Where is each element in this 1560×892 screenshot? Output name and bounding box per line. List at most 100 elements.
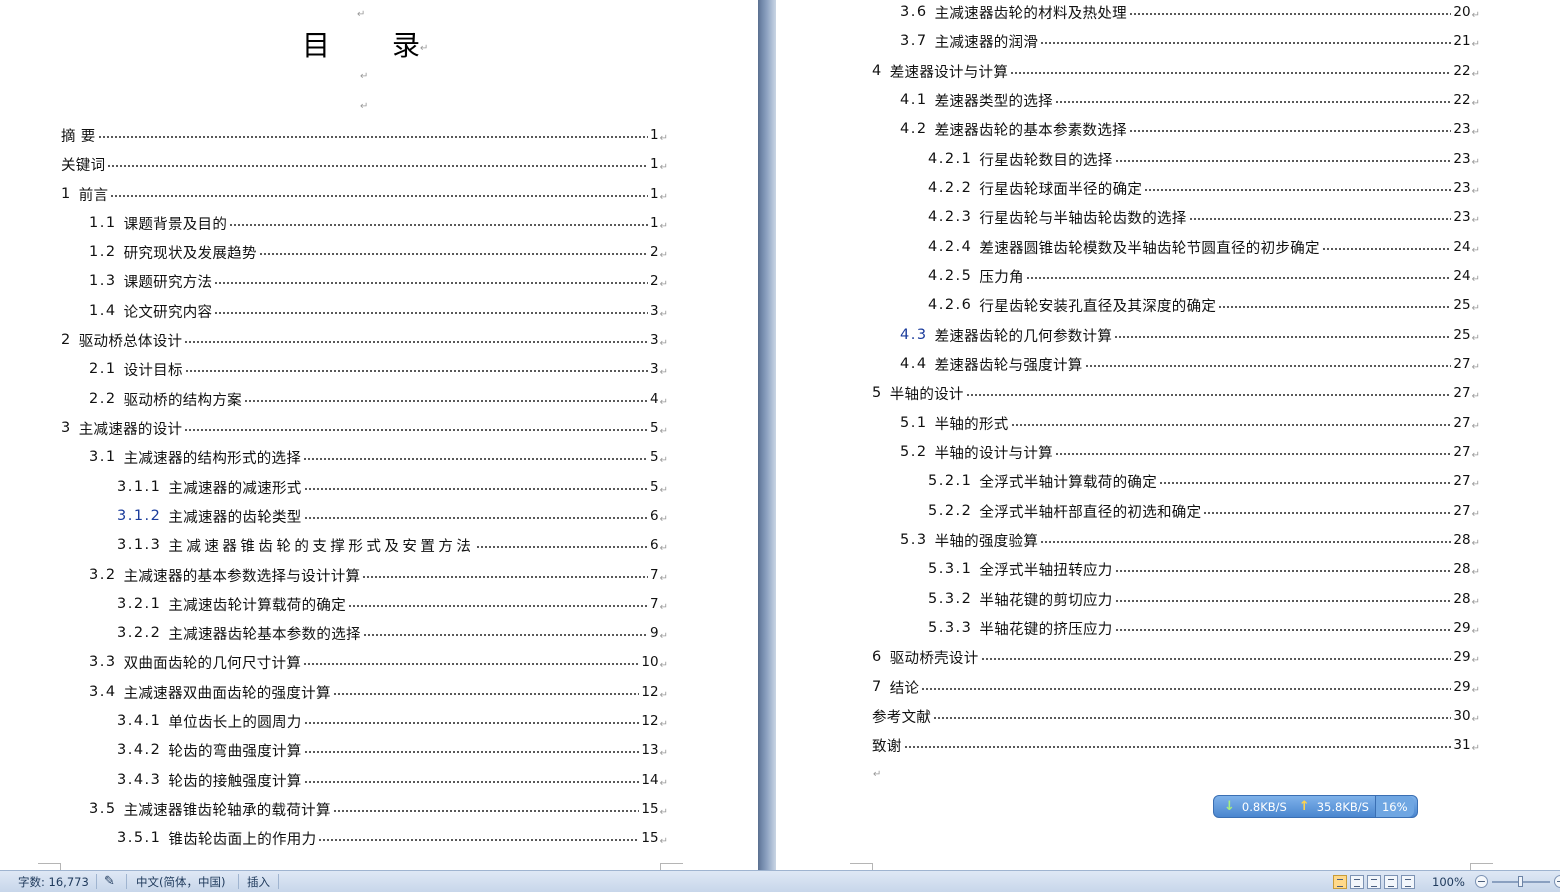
proofing-icon[interactable]: ✎: [104, 871, 115, 892]
toc-entry[interactable]: 3.1.2 主减速器的齿轮类型 6 ↵: [117, 505, 668, 527]
toc-entry-page: 2: [650, 244, 659, 260]
toc-entry[interactable]: 1 前言 1 ↵: [61, 183, 668, 205]
toc-dot-leader: [476, 538, 649, 552]
toc-entry-number: 3.2.2: [117, 625, 162, 641]
toc-entry[interactable]: 4.1 差速器类型的选择 22 ↵: [900, 89, 1480, 111]
network-speed-widget[interactable]: ↓ 0.8KB/S ↑ 35.8KB/S 16%: [1213, 795, 1418, 818]
language-indicator[interactable]: 中文(简体，中国): [136, 871, 225, 892]
toc-entry[interactable]: 3.4 主减速器双曲面齿轮的强度计算 12 ↵: [89, 681, 668, 703]
toc-entry[interactable]: 5.2.1 全浮式半轴计算载荷的确定 27 ↵: [928, 470, 1480, 492]
paragraph-mark: ↵: [873, 769, 882, 780]
toc-entry[interactable]: 3.7 主减速器的润滑 21 ↵: [900, 30, 1480, 52]
toc-entry-page: 23: [1453, 180, 1471, 196]
toc-entry[interactable]: 4 差速器设计与计算 22 ↵: [872, 60, 1480, 82]
toc-entry-number: 4.2.6: [928, 297, 973, 313]
paragraph-mark: ↵: [1471, 596, 1480, 608]
toc-entry[interactable]: 4.2.6 行星齿轮安装孔直径及其深度的确定 25 ↵: [928, 294, 1480, 316]
paragraph-mark: ↵: [659, 630, 668, 642]
paragraph-mark: ↵: [1471, 244, 1480, 256]
toc-entry[interactable]: 3.1.1 主减速器的减速形式 5 ↵: [117, 476, 668, 498]
toc-entry[interactable]: 1.1 课题背景及目的 1 ↵: [89, 212, 668, 234]
toc-entry[interactable]: 3.1.3 主减速器锥齿轮的支撑形式及安置方法 6 ↵: [117, 534, 668, 556]
toc-dot-leader: [1144, 181, 1452, 195]
toc-entry-page: 21: [1453, 33, 1471, 49]
toc-entry[interactable]: 3.4.2 轮齿的弯曲强度计算 13 ↵: [117, 739, 668, 761]
toc-entry-number: 5: [872, 385, 883, 401]
toc-entry[interactable]: 4.2.5 压力角 24 ↵: [928, 265, 1480, 287]
zoom-slider-thumb[interactable]: [1518, 875, 1523, 887]
toc-entry[interactable]: 2.1 设计目标 3 ↵: [89, 358, 668, 380]
toc-dot-leader: [1054, 445, 1452, 459]
toc-entry[interactable]: 7 结论 29 ↵: [872, 676, 1480, 698]
toc-entry-number: 5.1: [900, 415, 928, 431]
toc-entry[interactable]: 4.2.2 行星齿轮球面半径的确定 23 ↵: [928, 177, 1480, 199]
toc-entry[interactable]: 3.2 主减速器的基本参数选择与设计计算 7 ↵: [89, 564, 668, 586]
toc-entry[interactable]: 5.3.2 半轴花键的剪切应力 28 ↵: [928, 588, 1480, 610]
toc-entry-page: 4: [650, 391, 659, 407]
zoom-level[interactable]: 100%: [1432, 871, 1465, 892]
toc-entry[interactable]: 5 半轴的设计 27 ↵: [872, 382, 1480, 404]
toc-entry[interactable]: 3.4.1 单位齿长上的圆周力 12 ↵: [117, 710, 668, 732]
paragraph-mark: ↵: [1471, 508, 1480, 520]
zoom-out-button[interactable]: −: [1475, 875, 1488, 888]
draft-view-icon[interactable]: [1401, 874, 1415, 889]
toc-entry[interactable]: 4.2.1 行星齿轮数目的选择 23 ↵: [928, 148, 1480, 170]
toc-entry-number: 3.2.1: [117, 596, 162, 612]
toc-entry[interactable]: 4.4 差速器齿轮与强度计算 27 ↵: [900, 353, 1480, 375]
document-page-right[interactable]: 3.6 主减速器齿轮的材料及热处理 20 ↵ 3.7 主减速器的润滑 21 ↵ 4 差速器设计与计…: [776, 0, 1560, 870]
toc-entry-number: 1.1: [89, 215, 117, 231]
toc-entry[interactable]: 5.3.1 全浮式半轴扭转应力 28 ↵: [928, 558, 1480, 580]
toc-entry[interactable]: 5.2 半轴的设计与计算 27 ↵: [900, 441, 1480, 463]
zoom-in-button[interactable]: +: [1554, 875, 1560, 888]
toc-entry-number: 1.4: [89, 303, 117, 319]
toc-entry-page: 27: [1453, 356, 1471, 372]
toc-entry-page: 2: [650, 273, 659, 289]
insert-mode[interactable]: 插入: [247, 871, 270, 892]
toc-entry[interactable]: 2.2 驱动桥的结构方案 4 ↵: [89, 388, 668, 410]
toc-entry[interactable]: 5.3.3 半轴花键的挤压应力 29 ↵: [928, 617, 1480, 639]
toc-entry[interactable]: 4.2.4 差速器圆锥齿轮模数及半轴齿轮节圆直径的初步确定 24 ↵: [928, 236, 1480, 258]
print-layout-view-icon[interactable]: [1333, 874, 1347, 889]
toc-entry-page: 1: [650, 215, 659, 231]
document-page-left[interactable]: ↵ 目 录 ↵ ↵ ↵ 摘 要 1 ↵ 关键词 1 ↵ 1 前言 1 ↵ 1.1 课题背景及目的 1 ↵ 1…: [0, 0, 758, 870]
toc-entry-text: 行星齿轮数目的选择: [979, 152, 1113, 169]
toc-entry-number: 4.2.2: [928, 180, 973, 196]
toc-entry[interactable]: 3.6 主减速器齿轮的材料及热处理 20 ↵: [900, 1, 1480, 23]
toc-entry-page: 13: [641, 742, 659, 758]
toc-entry[interactable]: 4.2.3 行星齿轮与半轴齿轮齿数的选择 23 ↵: [928, 206, 1480, 228]
toc-entry[interactable]: 3.3 双曲面齿轮的几何尺寸计算 10 ↵: [89, 651, 668, 673]
word-count[interactable]: 字数: 16,773: [18, 871, 89, 892]
toc-entry[interactable]: 致谢 31 ↵: [872, 734, 1480, 756]
toc-entry[interactable]: 3.2.2 主减速器齿轮基本参数的选择 9 ↵: [117, 622, 668, 644]
toc-entry[interactable]: 关键词 1 ↵: [61, 153, 668, 175]
paragraph-mark: ↵: [1471, 302, 1480, 314]
toc-entry[interactable]: 1.4 论文研究内容 3 ↵: [89, 300, 668, 322]
paragraph-mark: ↵: [1471, 126, 1480, 138]
paragraph-mark: ↵: [1471, 742, 1480, 754]
toc-entry[interactable]: 摘 要 1 ↵: [61, 124, 668, 146]
toc-entry[interactable]: 参考文献 30 ↵: [872, 705, 1480, 727]
toc-entry[interactable]: 4.2 差速器齿轮的基本参素数选择 23 ↵: [900, 118, 1480, 140]
toc-entry[interactable]: 2 驱动桥总体设计 3 ↵: [61, 329, 668, 351]
toc-dot-leader: [214, 274, 649, 288]
toc-entry[interactable]: 3.2.1 主减速齿轮计算载荷的确定 7 ↵: [117, 593, 668, 615]
toc-entry[interactable]: 3.4.3 轮齿的接触强度计算 14 ↵: [117, 769, 668, 791]
toc-entry[interactable]: 5.1 半轴的形式 27 ↵: [900, 412, 1480, 434]
web-layout-view-icon[interactable]: [1367, 874, 1381, 889]
outline-view-icon[interactable]: [1384, 874, 1398, 889]
toc-entry[interactable]: 1.2 研究现状及发展趋势 2 ↵: [89, 241, 668, 263]
toc-entry-text: 轮齿的弯曲强度计算: [168, 743, 302, 760]
toc-entry-text: 全浮式半轴扭转应力: [979, 562, 1113, 579]
toc-entry[interactable]: 3.1 主减速器的结构形式的选择 5 ↵: [89, 446, 668, 468]
toc-entry[interactable]: 5.2.2 全浮式半轴杆部直径的初选和确定 27 ↵: [928, 500, 1480, 522]
toc-entry[interactable]: 1.3 课题研究方法 2 ↵: [89, 270, 668, 292]
toc-entry[interactable]: 3.5 主减速器锥齿轮轴承的载荷计算 15 ↵: [89, 798, 668, 820]
toc-entry-text: 全浮式半轴杆部直径的初选和确定: [979, 504, 1202, 521]
toc-entry[interactable]: 3.5.1 锥齿轮齿面上的作用力 15 ↵: [117, 827, 668, 849]
toc-entry[interactable]: 6 驱动桥壳设计 29 ↵: [872, 646, 1480, 668]
toc-entry[interactable]: 5.3 半轴的强度验算 28 ↵: [900, 529, 1480, 551]
toc-entry[interactable]: 3 主减速器的设计 5 ↵: [61, 417, 668, 439]
toc-entry[interactable]: 4.3 差速器齿轮的几何参数计算 25 ↵: [900, 324, 1480, 346]
zoom-slider-track[interactable]: [1492, 875, 1550, 887]
full-screen-reading-view-icon[interactable]: [1350, 874, 1364, 889]
